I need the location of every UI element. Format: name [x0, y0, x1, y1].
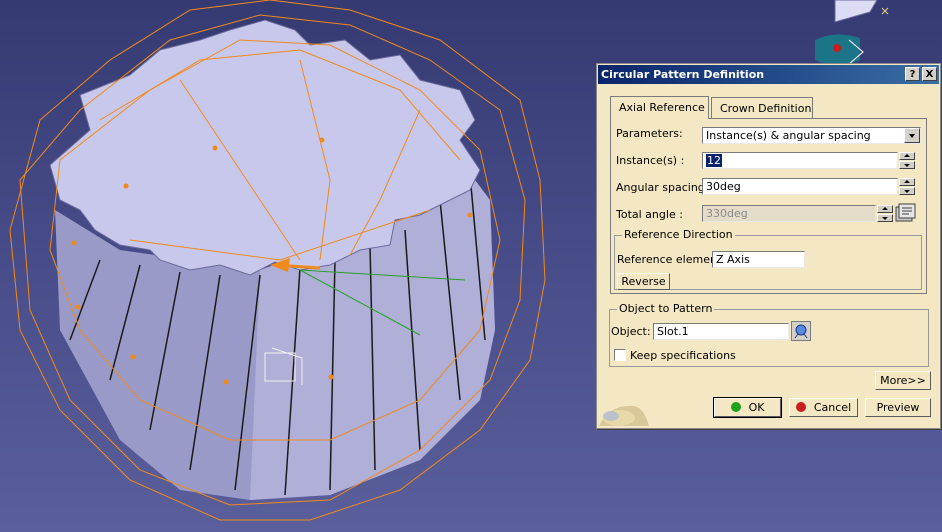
angular-spacing-value: 30deg — [706, 180, 741, 193]
object-label: Object: — [611, 325, 651, 338]
keep-specifications-label: Keep specifications — [630, 349, 736, 362]
compass-icon[interactable] — [815, 0, 925, 70]
angular-spacing-spinner[interactable] — [899, 178, 915, 195]
cancel-label: Cancel — [813, 401, 852, 414]
circular-pattern-dialog: Circular Pattern Definition ? X Axial Re… — [596, 63, 941, 429]
reference-element-input[interactable]: Z Axis — [712, 251, 805, 268]
dialog-title: Circular Pattern Definition — [601, 68, 765, 81]
parameters-dropdown-arrow[interactable] — [904, 128, 920, 143]
cancel-dot-icon — [795, 402, 806, 412]
selection-icon[interactable] — [791, 321, 811, 341]
cancel-button[interactable]: Cancel — [789, 398, 858, 417]
close-button[interactable]: X — [922, 67, 937, 81]
dialog-title-bar[interactable]: Circular Pattern Definition ? X — [598, 65, 939, 84]
reference-element-value: Z Axis — [716, 253, 750, 266]
angular-spacing-label: Angular spacing : — [616, 181, 712, 194]
preview-button[interactable]: Preview — [865, 398, 931, 417]
formula-icon[interactable] — [895, 203, 917, 223]
gear-model[interactable] — [9, 0, 546, 521]
instances-input[interactable]: 12 — [702, 152, 898, 169]
axial-reference-panel: Parameters: Instance(s) & angular spacin… — [610, 118, 927, 294]
object-value: Slot.1 — [657, 325, 689, 338]
ok-button[interactable]: OK — [713, 397, 782, 418]
total-angle-spinner — [877, 205, 893, 222]
reference-direction-group: Reference Direction Reference element: Z… — [614, 228, 922, 290]
ok-dot-icon — [730, 402, 741, 412]
instances-spinner[interactable] — [899, 152, 915, 169]
more-button[interactable]: More>> — [875, 371, 931, 390]
catia-logo-icon — [599, 405, 649, 426]
tab-axial-reference[interactable]: Axial Reference — [610, 96, 709, 119]
object-input[interactable]: Slot.1 — [653, 323, 789, 340]
object-to-pattern-group: Object to Pattern Object: Slot.1 Keep sp… — [609, 302, 929, 367]
tab-crown-definition[interactable]: Crown Definition — [711, 97, 813, 118]
parameters-label: Parameters: — [616, 127, 683, 140]
parameters-value: Instance(s) & angular spacing — [706, 129, 871, 142]
total-angle-label: Total angle : — [616, 208, 683, 221]
instances-label: Instance(s) : — [616, 154, 685, 167]
parameters-combo[interactable]: Instance(s) & angular spacing — [702, 127, 921, 144]
instances-value: 12 — [706, 154, 722, 167]
total-angle-value: 330deg — [706, 207, 748, 220]
keep-specifications-checkbox[interactable] — [614, 349, 626, 361]
reference-direction-title: Reference Direction — [622, 228, 735, 241]
total-angle-input: 330deg — [702, 205, 876, 222]
angular-spacing-input[interactable]: 30deg — [702, 178, 898, 195]
ok-label: OK — [748, 401, 765, 414]
reference-element-label: Reference element: — [617, 253, 725, 266]
object-to-pattern-title: Object to Pattern — [617, 302, 715, 315]
help-button[interactable]: ? — [905, 67, 920, 81]
reverse-button[interactable]: Reverse — [617, 273, 670, 290]
